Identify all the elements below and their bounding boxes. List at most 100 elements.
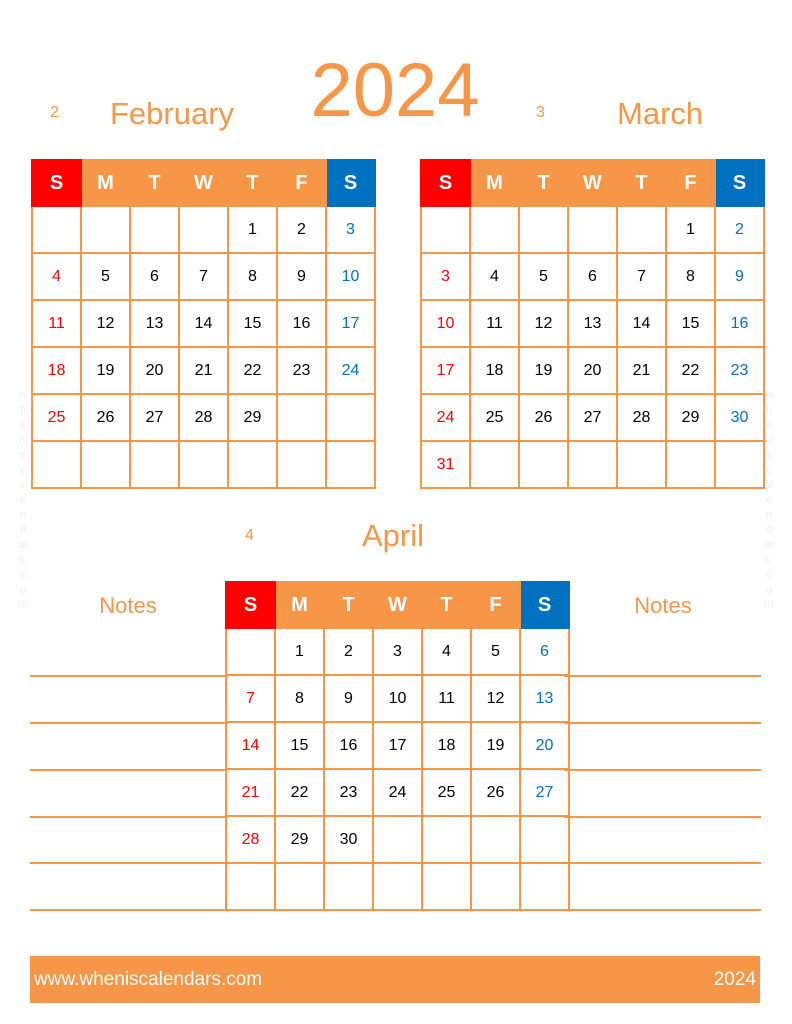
day-cell-march: 6	[567, 252, 618, 301]
day-cell-february: 26	[80, 393, 131, 442]
day-cell-march: 10	[420, 299, 471, 348]
day-cell-february	[129, 205, 180, 254]
day-cell-april	[519, 862, 570, 911]
calendar-grid-february: S M T W T F S 1 2 3 4 5 6 7 8 9 10 11 12 13 14 15 16 17 18 19 20 21…	[31, 159, 376, 489]
day-cell-april: 1	[274, 627, 325, 676]
week-row: 123	[31, 205, 376, 254]
day-cell-march: 3	[420, 252, 471, 301]
week-row	[31, 440, 376, 489]
day-cell-march	[518, 205, 569, 254]
day-cell-march: 21	[616, 346, 667, 395]
weekday-header: W	[567, 159, 618, 207]
day-cell-march: 8	[665, 252, 716, 301]
weekday-header-row: SMTWTFS	[420, 159, 765, 207]
day-cell-march: 20	[567, 346, 618, 395]
day-cell-march: 24	[420, 393, 471, 442]
day-cell-march	[616, 440, 667, 489]
day-cell-april	[470, 862, 521, 911]
day-cell-february	[227, 440, 278, 489]
day-cell-april	[421, 862, 472, 911]
day-cell-march: 13	[567, 299, 618, 348]
day-cell-february	[178, 205, 229, 254]
day-cell-april: 10	[372, 674, 423, 723]
month-name-february: February	[110, 96, 235, 131]
day-cell-february: 15	[227, 299, 278, 348]
day-cell-april	[519, 815, 570, 864]
day-cell-april: 24	[372, 768, 423, 817]
day-cell-april: 28	[225, 815, 276, 864]
day-cell-february: 6	[129, 252, 180, 301]
week-row: 31	[420, 440, 765, 489]
day-cell-february: 3	[325, 205, 376, 254]
day-cell-march: 18	[469, 346, 520, 395]
day-cell-february: 25	[31, 393, 82, 442]
weekday-header: M	[469, 159, 520, 207]
day-cell-february: 23	[276, 346, 327, 395]
day-cell-march	[616, 205, 667, 254]
day-cell-february	[178, 440, 229, 489]
calendar-grid-april: S M T W T F S 1 2 3 4 5 6 7 8 9 10 11 12 13 14 15 16 17 18 19 20 21…	[225, 581, 570, 911]
week-row: 28 29 30	[225, 815, 570, 864]
day-cell-february: 27	[129, 393, 180, 442]
footer-url[interactable]: www.wheniscalendars.com	[34, 969, 262, 991]
day-cell-april	[470, 815, 521, 864]
week-row: 12	[420, 205, 765, 254]
day-cell-march: 5	[518, 252, 569, 301]
day-cell-april	[421, 815, 472, 864]
weekday-header: S	[714, 159, 765, 207]
notes-line	[30, 862, 226, 864]
day-cell-march: 11	[469, 299, 520, 348]
day-cell-february: 12	[80, 299, 131, 348]
day-cell-february: 19	[80, 346, 131, 395]
day-cell-march	[518, 440, 569, 489]
day-cell-march: 28	[616, 393, 667, 442]
day-cell-april	[225, 862, 276, 911]
weekday-header: T	[616, 159, 667, 207]
footer-bar: www.wheniscalendars.com 2024	[30, 956, 760, 1003]
notes-line	[30, 816, 226, 818]
day-cell-february	[80, 205, 131, 254]
day-cell-april: 2	[323, 627, 374, 676]
day-cell-february: 1	[227, 205, 278, 254]
day-cell-march: 9	[714, 252, 765, 301]
day-cell-april: 9	[323, 674, 374, 723]
day-cell-february	[325, 440, 376, 489]
notes-line	[564, 816, 761, 818]
day-cell-march: 14	[616, 299, 667, 348]
day-cell-february: 10	[325, 252, 376, 301]
notes-line	[30, 909, 226, 911]
day-cell-april: 6	[519, 627, 570, 676]
day-cell-april: 17	[372, 721, 423, 770]
week-row: 25 26 27 28 29	[31, 393, 376, 442]
week-row: 18 19 20 21 22 23 24	[31, 346, 376, 395]
week-row: 24 25 26 27 28 29 30	[420, 393, 765, 442]
watermark-right: wheniscalendars.com	[764, 389, 774, 611]
day-cell-february: 11	[31, 299, 82, 348]
day-cell-march: 4	[469, 252, 520, 301]
day-cell-february: 18	[31, 346, 82, 395]
year-title: 2024	[310, 48, 480, 133]
day-cell-march: 25	[469, 393, 520, 442]
day-cell-april: 22	[274, 768, 325, 817]
day-cell-february: 20	[129, 346, 180, 395]
day-cell-february: 21	[178, 346, 229, 395]
day-cell-february: 17	[325, 299, 376, 348]
weekday-header: F	[665, 159, 716, 207]
week-row: 10 11 12 13 14 15 16	[420, 299, 765, 348]
day-cell-february	[31, 440, 82, 489]
weekday-header: F	[276, 159, 327, 207]
weekday-header: S	[519, 581, 570, 629]
day-cell-april: 26	[470, 768, 521, 817]
month-name-march: March	[617, 96, 704, 131]
weekday-header: S	[225, 581, 276, 629]
weekday-header: T	[227, 159, 278, 207]
day-cell-march: 26	[518, 393, 569, 442]
weekday-header: T	[129, 159, 180, 207]
day-cell-february: 14	[178, 299, 229, 348]
weekday-header: M	[274, 581, 325, 629]
notes-line	[564, 909, 761, 911]
day-cell-april: 16	[323, 721, 374, 770]
day-cell-april: 18	[421, 721, 472, 770]
day-cell-february: 8	[227, 252, 278, 301]
weekday-header: W	[372, 581, 423, 629]
